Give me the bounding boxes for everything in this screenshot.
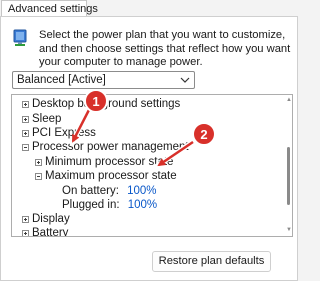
restore-plan-defaults-button[interactable]: Restore plan defaults <box>152 251 271 272</box>
power-plan-select-value: Balanced [Active] <box>17 74 106 86</box>
power-plan-icon <box>13 29 27 46</box>
expand-plus-icon[interactable] <box>35 159 42 166</box>
setting-on-battery: On battery: 100% <box>62 184 157 199</box>
scrollbar-thumb[interactable] <box>287 147 290 205</box>
power-plan-select[interactable]: Balanced [Active] <box>12 71 195 89</box>
tree-scrollbar[interactable] <box>287 103 290 225</box>
expand-plus-icon[interactable] <box>22 101 29 108</box>
tab-advanced-settings[interactable]: Advanced settings <box>1 0 98 17</box>
tree-item-label: Battery <box>32 227 69 237</box>
setting-label: On battery: <box>62 185 119 197</box>
tree-item-label: Processor power management <box>32 141 189 153</box>
collapse-minus-icon[interactable] <box>35 173 42 180</box>
collapse-minus-icon[interactable] <box>22 144 29 151</box>
setting-plugged-in: Plugged in: 100% <box>62 198 157 213</box>
scroll-down-arrow-icon[interactable]: ▼ <box>286 227 292 233</box>
settings-tree[interactable]: Desktop background settings Sleep PCI Ex… <box>11 94 293 237</box>
tree-item-label: Sleep <box>32 113 62 125</box>
scroll-up-arrow-icon[interactable]: ▲ <box>286 97 292 103</box>
expand-plus-icon[interactable] <box>22 130 29 137</box>
tree-item-label: Minimum processor state <box>45 156 174 168</box>
tree-item-label: Desktop background settings <box>32 98 181 110</box>
chevron-down-icon <box>180 77 190 83</box>
setting-label: Plugged in: <box>62 199 120 211</box>
expand-plus-icon[interactable] <box>22 230 29 236</box>
tree-item-label: Display <box>32 213 70 225</box>
plugged-in-value[interactable]: 100% <box>128 199 157 211</box>
on-battery-value[interactable]: 100% <box>127 185 156 197</box>
tab-strip: Advanced settings <box>0 0 300 17</box>
expand-plus-icon[interactable] <box>22 116 29 123</box>
plan-description: Select the power plan that you want to c… <box>39 29 291 68</box>
tree-item-label: Maximum processor state <box>45 170 177 182</box>
tree-item-label: PCI Express <box>32 127 96 139</box>
expand-plus-icon[interactable] <box>22 216 29 223</box>
